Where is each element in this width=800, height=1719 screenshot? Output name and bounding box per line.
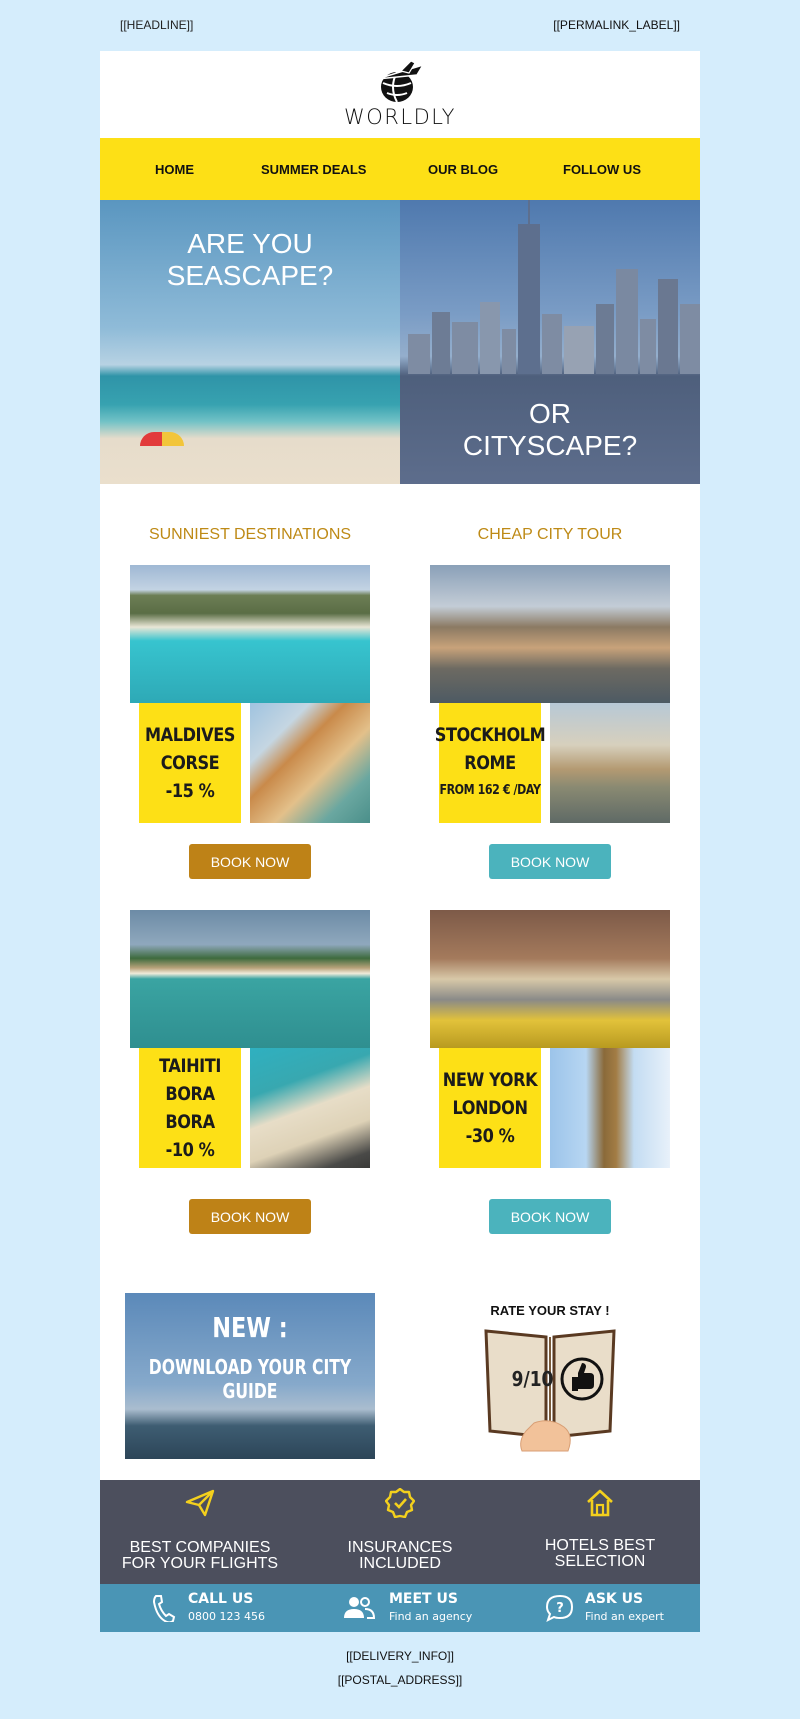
deal-label: NEW YORK LONDON -30 % — [439, 1048, 541, 1168]
deal-line-2: LONDON — [452, 1097, 528, 1119]
notebook-illustration — [484, 1329, 616, 1452]
rocky-shore-image — [250, 1048, 370, 1168]
permalink-link[interactable]: [[PERMALINK_LABEL]] — [553, 18, 680, 32]
hero-right-line-2: CITYSCAPE? — [462, 430, 638, 461]
big-ben-image — [550, 1048, 670, 1168]
hero-right-line-1: OR — [529, 398, 571, 429]
contact-ask[interactable]: ? ASK US Find an expert — [545, 1584, 695, 1632]
globe-plane-icon — [376, 60, 425, 103]
rating-score: 9/10 — [511, 1367, 554, 1391]
contact-sub: Find an agency — [389, 1610, 473, 1623]
nav-summer-deals[interactable]: SUMMER DEALS — [261, 162, 366, 177]
rate-your-stay[interactable]: RATE YOUR STAY ! 9/10 — [400, 1293, 700, 1459]
feature-line-2: SELECTION — [554, 1553, 646, 1570]
section-title-sunniest: SUNNIEST DESTINATIONS — [148, 526, 352, 543]
deal-line-2: BORA BORA — [165, 1083, 215, 1133]
logo-header[interactable]: WORLDLY — [100, 51, 700, 138]
deal-line-1: NEW YORK — [442, 1069, 538, 1091]
nav-follow-us[interactable]: FOLLOW US — [563, 162, 641, 177]
book-now-button[interactable]: BOOK NOW — [189, 1199, 311, 1234]
paper-plane-icon — [185, 1489, 215, 1517]
people-icon — [344, 1597, 375, 1619]
hero-left-line-2: SEASCAPE? — [166, 260, 334, 291]
check-badge-icon — [385, 1488, 415, 1518]
deal-card-taihiti[interactable]: TAIHITI BORA BORA -10 % — [130, 910, 370, 1168]
headline: [[HEADLINE]] — [120, 18, 194, 32]
feature-line-2: INCLUDED — [359, 1555, 441, 1572]
deal-line-1: MALDIVES — [144, 724, 236, 746]
hero-banner: ARE YOU SEASCAPE? OR CITYSCAPE? — [100, 200, 700, 484]
contact-sub: Find an expert — [585, 1610, 664, 1623]
delivery-info: [[DELIVERY_INFO]] — [346, 1649, 454, 1663]
city-guide-banner[interactable]: NEW : DOWNLOAD YOUR CITY GUIDE — [125, 1293, 375, 1459]
home-icon — [587, 1489, 613, 1517]
beach-umbrella — [140, 432, 184, 446]
postal-address: [[POSTAL_ADDRESS]] — [337, 1673, 463, 1687]
deal-card-stockholm[interactable]: STOCKHOLM ROME FROM 162 € /DAY — [430, 565, 670, 823]
deal-label: STOCKHOLM ROME FROM 162 € /DAY — [435, 703, 546, 823]
feature-line-1: INSURANCES — [347, 1539, 453, 1556]
deal-line-1: TAIHITI — [159, 1055, 221, 1077]
deal-line-1: STOCKHOLM — [434, 724, 546, 746]
feature-line-1: BEST COMPANIES — [129, 1539, 271, 1556]
deal-line-2: CORSE — [160, 752, 220, 774]
nav-home[interactable]: HOME — [155, 162, 194, 177]
promo-subtitle: DOWNLOAD YOUR CITY GUIDE — [148, 1355, 352, 1403]
feature-insurance: INSURANCES INCLUDED — [300, 1480, 500, 1584]
contact-label: MEET US — [389, 1591, 458, 1607]
main-nav: HOME SUMMER DEALS OUR BLOG FOLLOW US — [100, 138, 700, 200]
rate-title: RATE YOUR STAY ! — [490, 1303, 610, 1318]
book-now-button[interactable]: BOOK NOW — [489, 1199, 611, 1234]
feature-text: BEST COMPANIES FOR YOUR FLIGHTS — [100, 1540, 300, 1572]
deal-discount: -15 % — [165, 780, 215, 802]
hero-left-line-1: ARE YOU — [187, 228, 313, 259]
feature-text: INSURANCES INCLUDED — [300, 1540, 500, 1572]
feature-line-1: HOTELS BEST — [544, 1537, 656, 1554]
speech-bubble-icon: ? — [545, 1594, 574, 1622]
feature-hotels: HOTELS BEST SELECTION — [500, 1480, 700, 1584]
coast-image — [250, 703, 370, 823]
contact-meet[interactable]: MEET US Find an agency — [343, 1584, 493, 1632]
book-now-button[interactable]: BOOK NOW — [189, 844, 311, 879]
beach-cove-image — [130, 565, 370, 703]
new-york-taxi-image — [430, 910, 670, 1048]
deal-label: MALDIVES CORSE -15 % — [139, 703, 241, 823]
phone-icon — [152, 1595, 176, 1622]
nav-our-blog[interactable]: OUR BLOG — [428, 162, 498, 177]
deal-price: FROM 162 € /DAY — [439, 783, 541, 798]
contact-sub: 0800 123 456 — [188, 1610, 265, 1623]
contact-call[interactable]: CALL US 0800 123 456 — [150, 1584, 300, 1632]
hero-left-text: ARE YOU SEASCAPE? — [100, 228, 400, 292]
stockholm-image — [430, 565, 670, 703]
feature-text: HOTELS BEST SELECTION — [500, 1538, 700, 1570]
feature-flights: BEST COMPANIES FOR YOUR FLIGHTS — [100, 1480, 300, 1584]
deal-label: TAIHITI BORA BORA -10 % — [139, 1048, 241, 1168]
contact-bar: CALL US 0800 123 456 MEET US Find an age… — [100, 1584, 700, 1632]
contact-label: CALL US — [188, 1591, 254, 1607]
rome-image — [550, 703, 670, 823]
email-body: WORLDLY HOME SUMMER DEALS OUR BLOG FOLLO… — [100, 51, 700, 1632]
deal-line-2: ROME — [464, 752, 516, 774]
svg-text:?: ? — [556, 1601, 564, 1616]
deal-card-maldives[interactable]: MALDIVES CORSE -15 % — [130, 565, 370, 823]
contact-label: ASK US — [585, 1591, 644, 1607]
deal-discount: -10 % — [165, 1139, 215, 1161]
section-title-city-tour: CHEAP CITY TOUR — [477, 526, 623, 543]
hero-right-text: OR CITYSCAPE? — [400, 398, 700, 462]
brand-name: WORLDLY — [344, 105, 456, 129]
deal-card-new-york[interactable]: NEW YORK LONDON -30 % — [430, 910, 670, 1168]
features-bar: BEST COMPANIES FOR YOUR FLIGHTS INSURANC… — [100, 1480, 700, 1584]
feature-line-2: FOR YOUR FLIGHTS — [121, 1555, 279, 1572]
promo-title: NEW : — [212, 1311, 288, 1344]
deal-discount: -30 % — [465, 1125, 515, 1147]
tropical-beach-image — [130, 910, 370, 1048]
book-now-button[interactable]: BOOK NOW — [489, 844, 611, 879]
preheader: [[HEADLINE]] [[PERMALINK_LABEL]] — [100, 18, 700, 38]
